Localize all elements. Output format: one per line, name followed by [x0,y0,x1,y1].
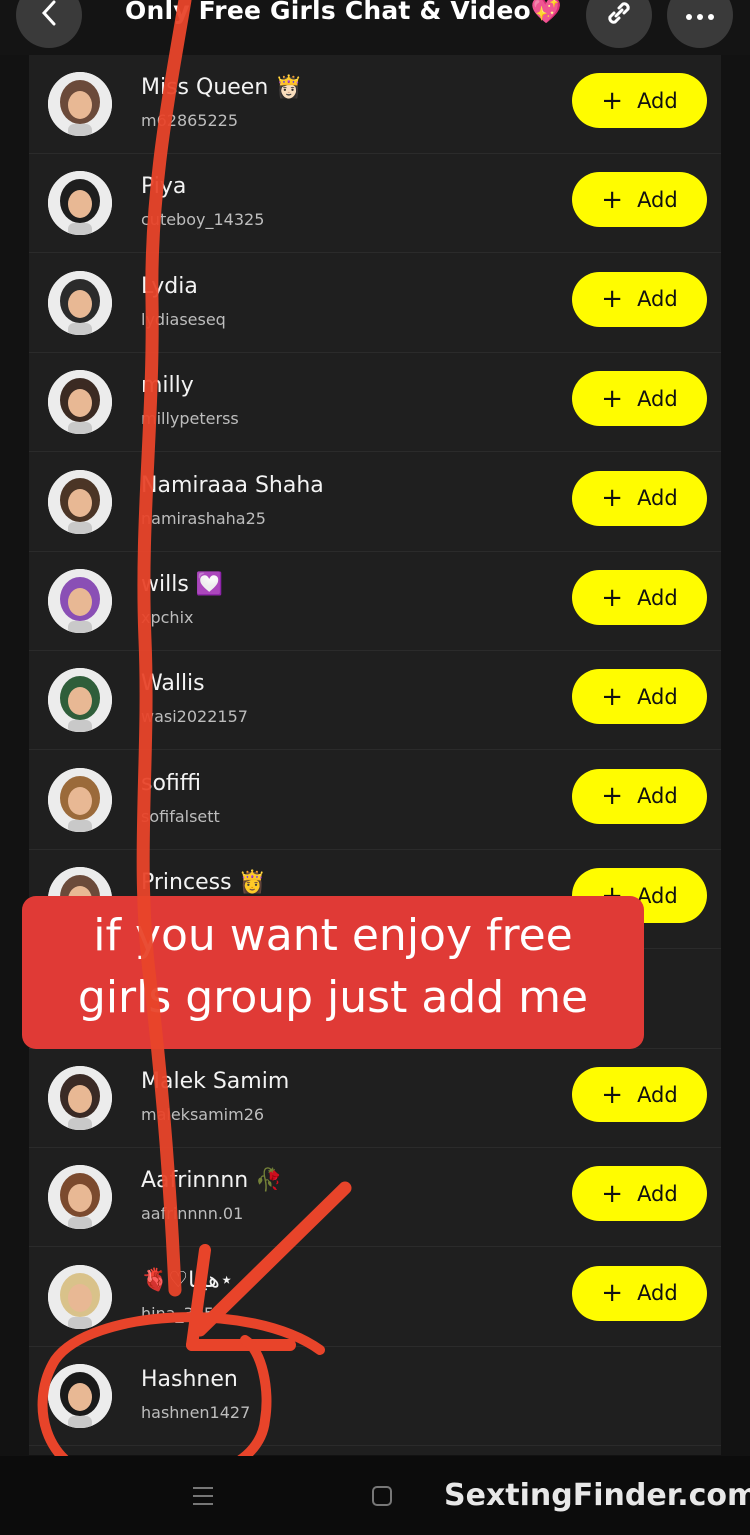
add-button[interactable]: + Add [572,73,707,128]
avatar[interactable] [48,469,112,534]
back-button[interactable] [16,0,82,48]
contact-name: Piya [141,174,187,200]
contact-row[interactable]: Hashnen hashnen1427 [29,1347,721,1447]
contact-username: m62865225 [141,111,239,130]
contact-row[interactable]: Wallis wasi2022157 + Add [29,651,721,751]
add-button[interactable]: + Add [572,172,707,228]
contact-username: cuteboy_14325 [141,210,265,230]
contact-row[interactable]: Aafrinnnn 🥀 aafrinnnn.01 + Add [29,1148,721,1248]
add-button[interactable]: + Add [572,1067,707,1122]
contact-username: sofifalsett [141,806,220,826]
contact-username: maleksamim26 [141,1105,265,1124]
avatar[interactable] [48,1264,112,1329]
add-button[interactable]: + Add [572,470,707,526]
contact-username: wasi2022157 [141,707,248,727]
contact-name: Aafrinnnn 🥀 [141,1168,283,1194]
contact-name: Lydia [141,273,198,299]
contact-name: milly [141,373,194,399]
add-button[interactable]: + Add [572,570,707,625]
plus-icon: + [601,1278,624,1309]
plus-icon: + [601,781,624,812]
contact-row[interactable]: wills 💟 xpchix + Add [29,552,721,651]
avatar[interactable] [48,72,112,136]
plus-icon: + [601,184,624,215]
contact-username: xpchix [141,608,194,627]
add-label: Add [637,585,678,610]
plus-icon: + [601,681,624,712]
contact-username: lydiaseseq [141,309,226,329]
add-label: Add [637,883,678,908]
add-label: Add [637,287,678,312]
contact-name: Princess 👸 [141,870,266,896]
add-button[interactable]: + Add [572,669,707,725]
contact-row[interactable]: Miss Queen 👸🏻 m62865225 + Add [29,55,721,154]
avatar[interactable] [48,270,112,335]
contact-name: sofiffi [141,770,202,796]
home-icon[interactable] [370,1484,394,1512]
plus-icon: + [601,582,624,613]
contact-username: millypeterss [141,409,239,429]
avatar[interactable] [48,767,112,832]
banner-line-1: if you want enjoy free [93,910,573,961]
contact-row[interactable]: Namiraaa Shaha namirashaha25 + Add [29,453,721,552]
add-button[interactable]: + Add [572,1265,707,1321]
contact-row[interactable]: Piya cuteboy_14325 + Add [29,154,721,254]
avatar[interactable] [48,1165,112,1230]
more-button[interactable] [667,0,733,48]
contact-username: hina_3950 [141,1303,225,1323]
add-button[interactable]: + Add [572,371,707,427]
contact-row[interactable]: Malek Samim maleksamim26 + Add [29,1049,721,1148]
plus-icon: + [601,85,624,116]
avatar[interactable] [48,668,112,733]
add-label: Add [637,684,678,709]
contact-name: wills 💟 [141,572,224,597]
add-label: Add [637,88,678,113]
contact-username: hashnen1427 [141,1403,251,1423]
add-button[interactable]: + Add [572,1166,707,1222]
link-icon [603,0,635,33]
contact-row[interactable]: sofiffi sofifalsett + Add [29,751,721,850]
contact-row[interactable]: milly millypeterss + Add [29,353,721,453]
add-label: Add [637,187,678,212]
add-label: Add [637,784,678,809]
add-button[interactable]: + Add [572,271,707,327]
contact-list: Miss Queen 👸🏻 m62865225 + Add Piya cuteboy_14… [29,55,721,1455]
contact-name: Malek Samim [141,1069,290,1094]
add-label: Add [637,486,678,511]
banner-line-2: girls group just add me [77,972,589,1023]
add-label: Add [637,1181,678,1206]
recent-apps-icon[interactable] [191,1484,215,1512]
plus-icon: + [601,383,624,414]
add-button[interactable]: + Add [572,768,707,824]
contact-name: Hashnen [141,1367,238,1393]
more-dots-icon [685,6,715,25]
avatar[interactable] [48,370,112,435]
contact-username: aafrinnnn.01 [141,1204,244,1224]
promo-banner: if you want enjoy free girls group just … [22,896,644,1049]
contact-name: Namiraaa Shaha [141,472,324,498]
plus-icon: + [601,284,624,315]
page-title: Only Free Girls Chat & Video💖 [125,0,563,25]
watermark: SextingFinder.com [444,1478,750,1513]
add-label: Add [637,1082,678,1107]
add-label: Add [637,386,678,411]
plus-icon: + [601,1079,624,1110]
chevron-left-icon [38,0,60,31]
contact-name: 🫀♡هينا⋆ [141,1267,234,1293]
contact-username: namirashaha25 [141,508,266,528]
plus-icon: + [601,1178,624,1209]
contact-row[interactable]: 🫀♡هينا⋆ hina_3950 + Add [29,1248,721,1347]
avatar[interactable] [48,1364,112,1429]
add-label: Add [637,1281,678,1306]
contact-row[interactable]: Lydia lydiaseseq + Add [29,254,721,353]
contact-name: Wallis [141,671,205,697]
contact-name: Miss Queen 👸🏻 [141,75,303,100]
avatar[interactable] [48,1066,112,1130]
link-button[interactable] [586,0,652,48]
avatar[interactable] [48,569,112,633]
avatar[interactable] [48,171,112,236]
top-bar: Only Free Girls Chat & Video💖 [0,0,750,55]
plus-icon: + [601,483,624,514]
